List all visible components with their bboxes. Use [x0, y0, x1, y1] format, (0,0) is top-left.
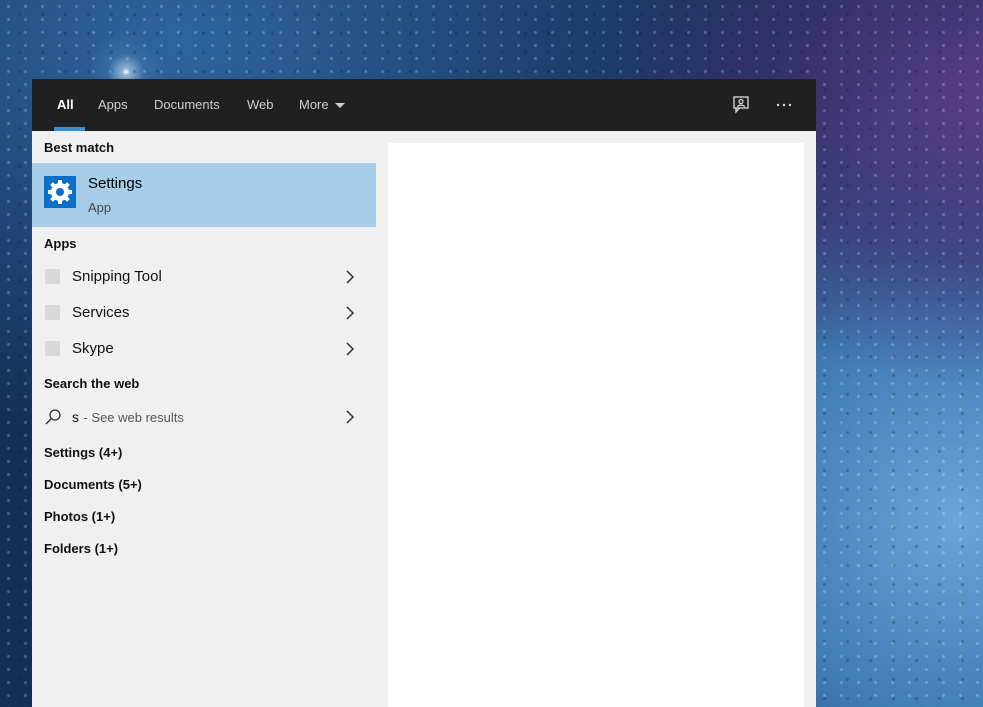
web-search-result[interactable]: s - See web results	[32, 399, 376, 435]
category-folders[interactable]: Folders (1+)	[44, 541, 118, 556]
app-item-services[interactable]: Services	[32, 295, 376, 331]
app-item-label: Snipping Tool	[72, 268, 162, 285]
category-documents[interactable]: Documents (5+)	[44, 477, 142, 492]
category-settings[interactable]: Settings (4+)	[44, 445, 122, 460]
search-web-header: Search the web	[44, 376, 140, 391]
chevron-right-icon[interactable]	[345, 409, 355, 425]
preview-pane	[388, 143, 804, 707]
tab-all[interactable]: All	[57, 79, 74, 131]
web-query: s	[72, 409, 79, 425]
app-placeholder-icon	[45, 305, 60, 320]
best-match-header: Best match	[44, 140, 115, 155]
caret-down-icon	[334, 103, 345, 109]
apps-header: Apps	[44, 236, 77, 251]
best-match-subtitle: App	[88, 200, 112, 215]
app-placeholder-icon	[45, 341, 60, 356]
tab-more[interactable]: More	[299, 79, 345, 131]
tab-documents[interactable]: Documents	[154, 79, 220, 131]
chevron-right-icon[interactable]	[345, 341, 355, 357]
chevron-right-icon[interactable]	[345, 305, 355, 321]
tab-apps[interactable]: Apps	[98, 79, 128, 131]
chevron-right-icon[interactable]	[345, 269, 355, 285]
search-icon	[45, 409, 61, 425]
tab-web[interactable]: Web	[247, 79, 274, 131]
app-placeholder-icon	[45, 269, 60, 284]
best-match-settings[interactable]: Settings App	[32, 163, 376, 227]
app-item-skype[interactable]: Skype	[32, 331, 376, 367]
app-item-label: Services	[72, 304, 130, 321]
more-options-icon[interactable]	[772, 93, 796, 117]
gear-icon	[44, 176, 76, 208]
search-filter-bar: All Apps Documents Web More	[32, 79, 816, 131]
category-photos[interactable]: Photos (1+)	[44, 509, 115, 524]
feedback-icon[interactable]	[730, 93, 754, 117]
best-match-title: Settings	[88, 175, 143, 192]
web-suffix: - See web results	[83, 410, 184, 425]
start-search-panel: All Apps Documents Web More Best match S…	[32, 79, 816, 707]
tab-more-label: More	[299, 97, 329, 112]
results-list: Best match Settings App Apps Snipping To…	[32, 131, 376, 707]
app-item-label: Skype	[72, 340, 114, 357]
app-item-snipping-tool[interactable]: Snipping Tool	[32, 259, 376, 295]
